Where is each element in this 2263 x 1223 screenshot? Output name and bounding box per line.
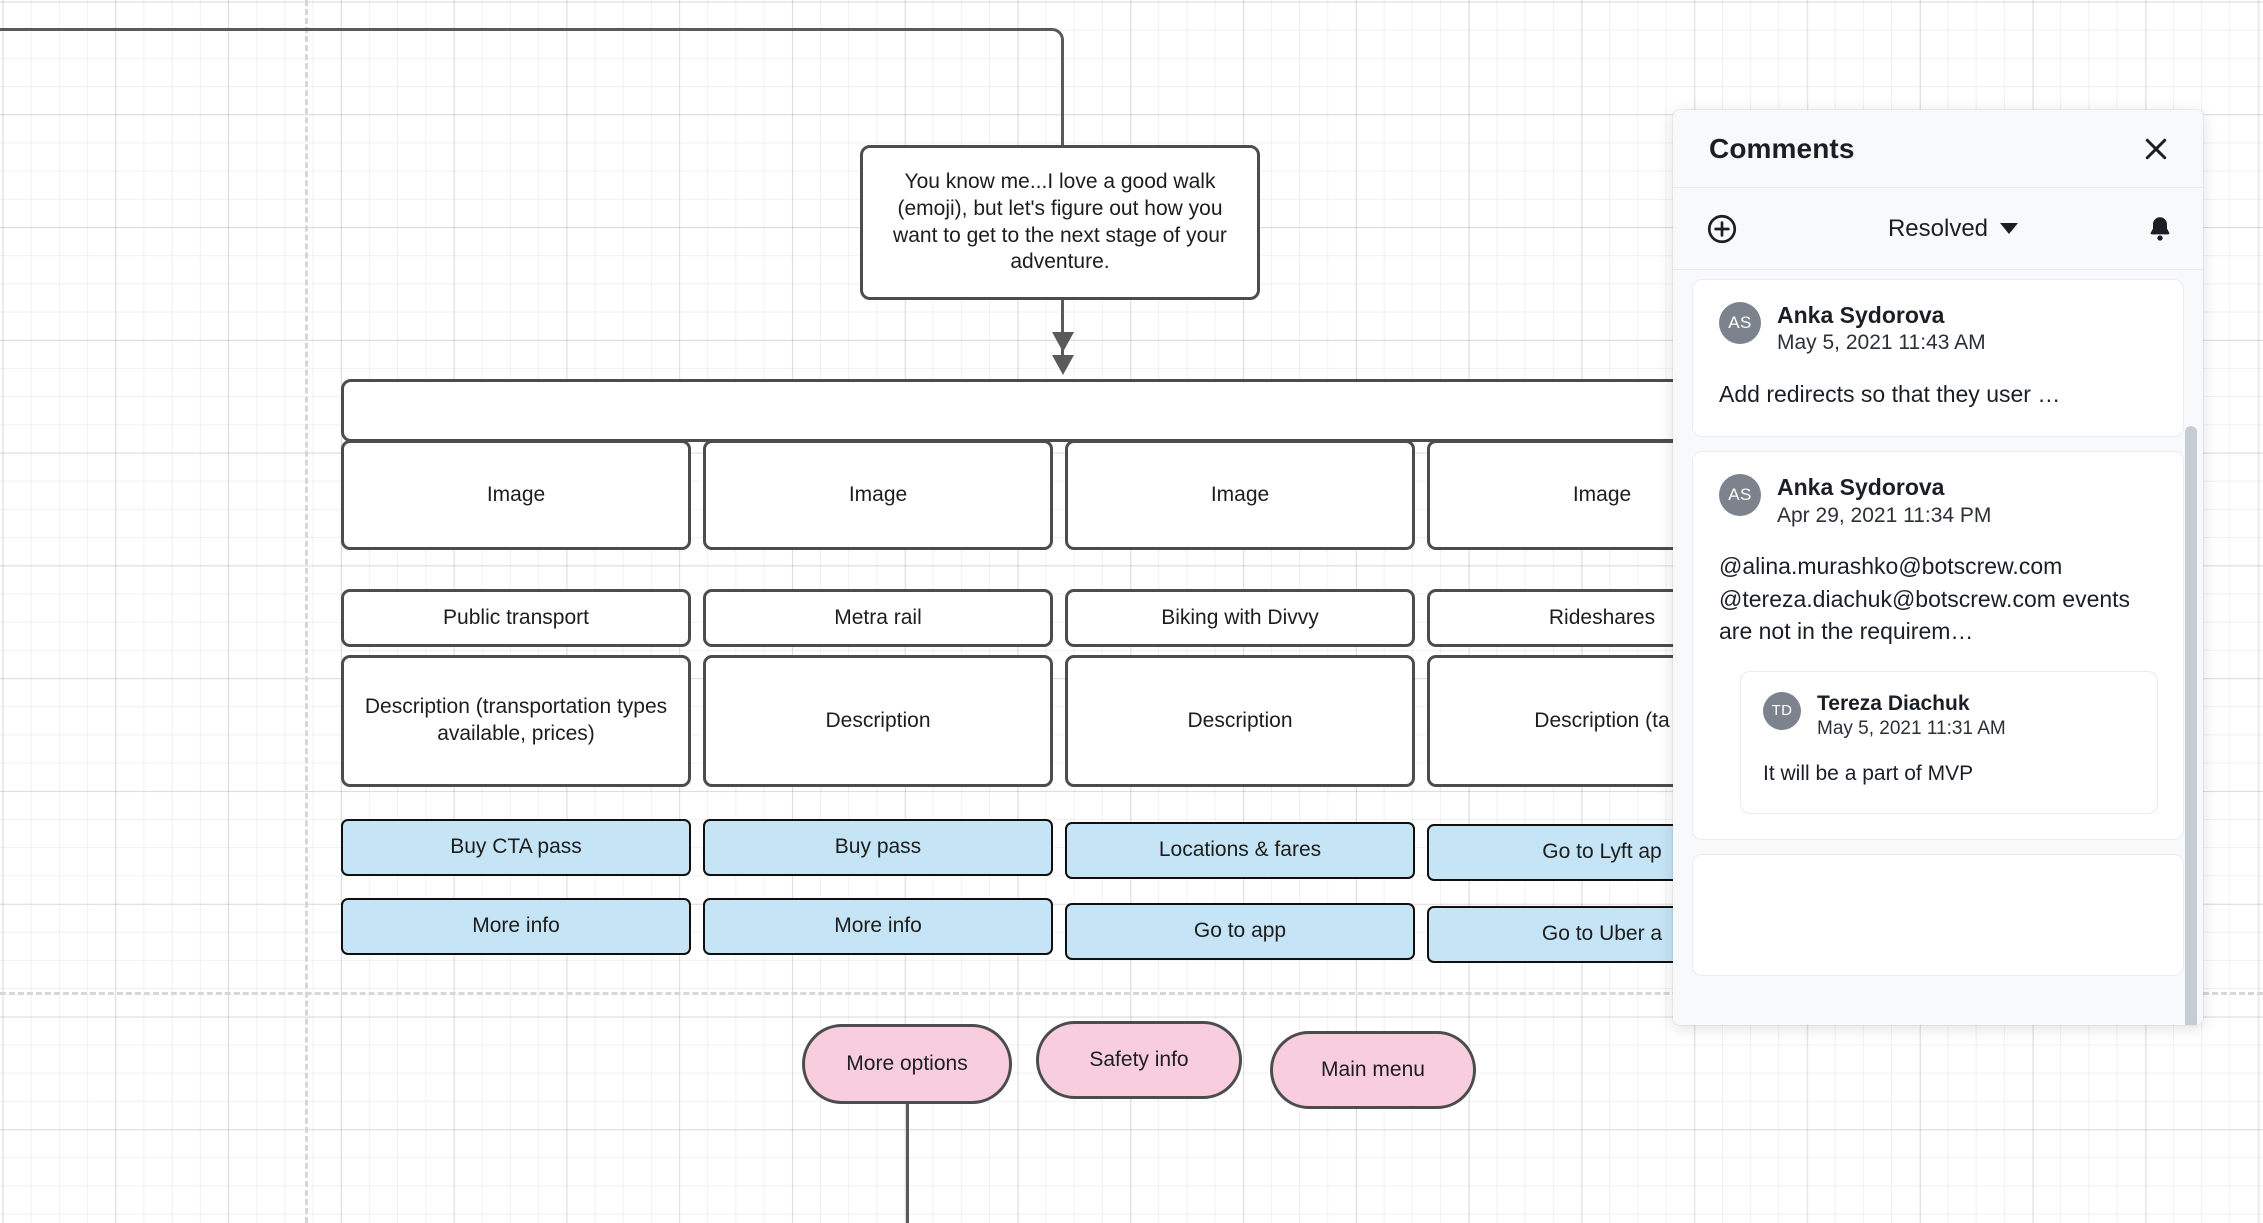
close-icon[interactable]: [2141, 134, 2171, 164]
bell-icon[interactable]: [2145, 214, 2175, 244]
comments-scrollbar[interactable]: [2185, 278, 2197, 1025]
card-image-placeholder[interactable]: Image: [341, 440, 691, 550]
comment-body: @alina.murashko@botscrew.com @tereza.dia…: [1719, 552, 2131, 645]
card-button-secondary-label: Go to Uber a: [1541, 922, 1663, 946]
card-image-placeholder[interactable]: Image: [1065, 440, 1415, 550]
card-button-secondary[interactable]: Go to app: [1065, 903, 1415, 960]
card-button-primary-label: Buy CTA pass: [450, 835, 582, 859]
comment-body: It will be a part of MVP: [1763, 761, 1974, 785]
avatar: AS: [1719, 302, 1761, 344]
card-title-label: Biking with Divvy: [1161, 605, 1319, 629]
comment-timestamp: Apr 29, 2021 11:34 PM: [1777, 503, 1992, 527]
comments-panel[interactable]: Comments Resolved AS Anka Sydorova May 5…: [1673, 110, 2203, 1025]
plus-circle-icon[interactable]: [1705, 212, 1739, 246]
page-title: Comments: [1709, 132, 1855, 164]
comments-filter-dropdown[interactable]: Resolved: [1887, 214, 2019, 243]
comment-item[interactable]: [1693, 854, 2183, 975]
card-description-label: Description: [1187, 708, 1293, 732]
card-image-label: Image: [848, 482, 908, 506]
card-description-label: Description (transportation types availa…: [364, 695, 668, 745]
card-image-label: Image: [486, 482, 546, 506]
message-bubble-text: You know me...I love a good walk (emoji)…: [893, 169, 1227, 274]
chevron-down-icon: [2000, 223, 2019, 234]
comment-item[interactable]: AS Anka Sydorova Apr 29, 2021 11:34 PM @…: [1693, 452, 2183, 839]
card-image-placeholder[interactable]: Image: [703, 440, 1053, 550]
card-button-secondary-label: Go to app: [1193, 919, 1287, 943]
card-button-secondary-label: More info: [834, 914, 922, 938]
comment-reply-header: TD Tereza Diachuk May 5, 2021 11:31 AM: [1763, 691, 2135, 741]
quick-reply-safety-info[interactable]: Safety info: [1036, 1021, 1242, 1099]
quick-reply-label: Safety info: [1089, 1047, 1189, 1071]
quick-reply-label: More options: [846, 1051, 968, 1075]
card-button-secondary[interactable]: More info: [703, 898, 1053, 955]
connector-arrowhead-to-carousel: [1052, 355, 1074, 375]
comment-author: Anka Sydorova: [1777, 474, 1945, 501]
card-image-label: Image: [1572, 482, 1632, 506]
connector-bubble-to-carousel: [1061, 300, 1064, 362]
card-title-label: Metra rail: [834, 605, 922, 629]
card-image-label: Image: [1210, 482, 1270, 506]
carousel-container[interactable]: [341, 379, 1761, 442]
card-button-secondary[interactable]: More info: [341, 898, 691, 955]
card-title[interactable]: Public transport: [341, 589, 691, 647]
card-button-primary-label: Locations & fares: [1158, 838, 1322, 862]
comments-panel-header: Comments: [1673, 110, 2203, 188]
comments-scrollbar-thumb[interactable]: [2185, 426, 2197, 1025]
card-button-primary-label: Buy pass: [834, 835, 922, 859]
comment-body: Add redirects so that they user …: [1719, 380, 2061, 407]
card-button-secondary-label: More info: [472, 914, 560, 938]
card-button-primary[interactable]: Buy pass: [703, 819, 1053, 876]
connector-more-options-down: [906, 1104, 909, 1223]
avatar: AS: [1719, 474, 1761, 517]
comment-timestamp: May 5, 2021 11:43 AM: [1777, 331, 1986, 355]
comment-timestamp: May 5, 2021 11:31 AM: [1817, 718, 2006, 740]
comments-list[interactable]: AS Anka Sydorova May 5, 2021 11:43 AM Ad…: [1673, 270, 2203, 1025]
comment-author: Anka Sydorova: [1777, 302, 1945, 328]
card-description[interactable]: Description: [703, 655, 1053, 787]
comment-item[interactable]: AS Anka Sydorova May 5, 2021 11:43 AM Ad…: [1693, 280, 2183, 437]
comments-panel-toolbar: Resolved: [1673, 188, 2203, 270]
comment-header: AS Anka Sydorova Apr 29, 2021 11:34 PM: [1719, 474, 2157, 528]
card-button-primary[interactable]: Buy CTA pass: [341, 819, 691, 876]
card-button-primary[interactable]: Locations & fares: [1065, 822, 1415, 879]
quick-reply-label: Main menu: [1321, 1057, 1425, 1081]
message-bubble[interactable]: You know me...I love a good walk (emoji)…: [860, 145, 1260, 300]
page-guide-vertical: [305, 0, 308, 1223]
connector-incoming-horizontal: [0, 28, 1053, 31]
card-description-label: Description: [825, 708, 931, 732]
card-title[interactable]: Biking with Divvy: [1065, 589, 1415, 647]
comment-header: AS Anka Sydorova May 5, 2021 11:43 AM: [1719, 302, 2157, 356]
avatar: TD: [1763, 691, 1801, 730]
card-title-label: Public transport: [443, 605, 589, 629]
card-button-primary-label: Go to Lyft ap: [1542, 840, 1662, 864]
comment-author: Tereza Diachuk: [1817, 691, 1970, 715]
card-title-label: Rideshares: [1548, 605, 1656, 629]
comment-reply-item[interactable]: TD Tereza Diachuk May 5, 2021 11:31 AM I…: [1741, 671, 2157, 813]
quick-reply-main-menu[interactable]: Main menu: [1270, 1031, 1476, 1109]
card-description[interactable]: Description (transportation types availa…: [341, 655, 691, 787]
quick-reply-more-options[interactable]: More options: [802, 1024, 1012, 1104]
card-title[interactable]: Metra rail: [703, 589, 1053, 647]
card-description[interactable]: Description: [1065, 655, 1415, 787]
comments-filter-value: Resolved: [1887, 214, 1989, 242]
card-description-label: Description (ta: [1534, 708, 1670, 732]
